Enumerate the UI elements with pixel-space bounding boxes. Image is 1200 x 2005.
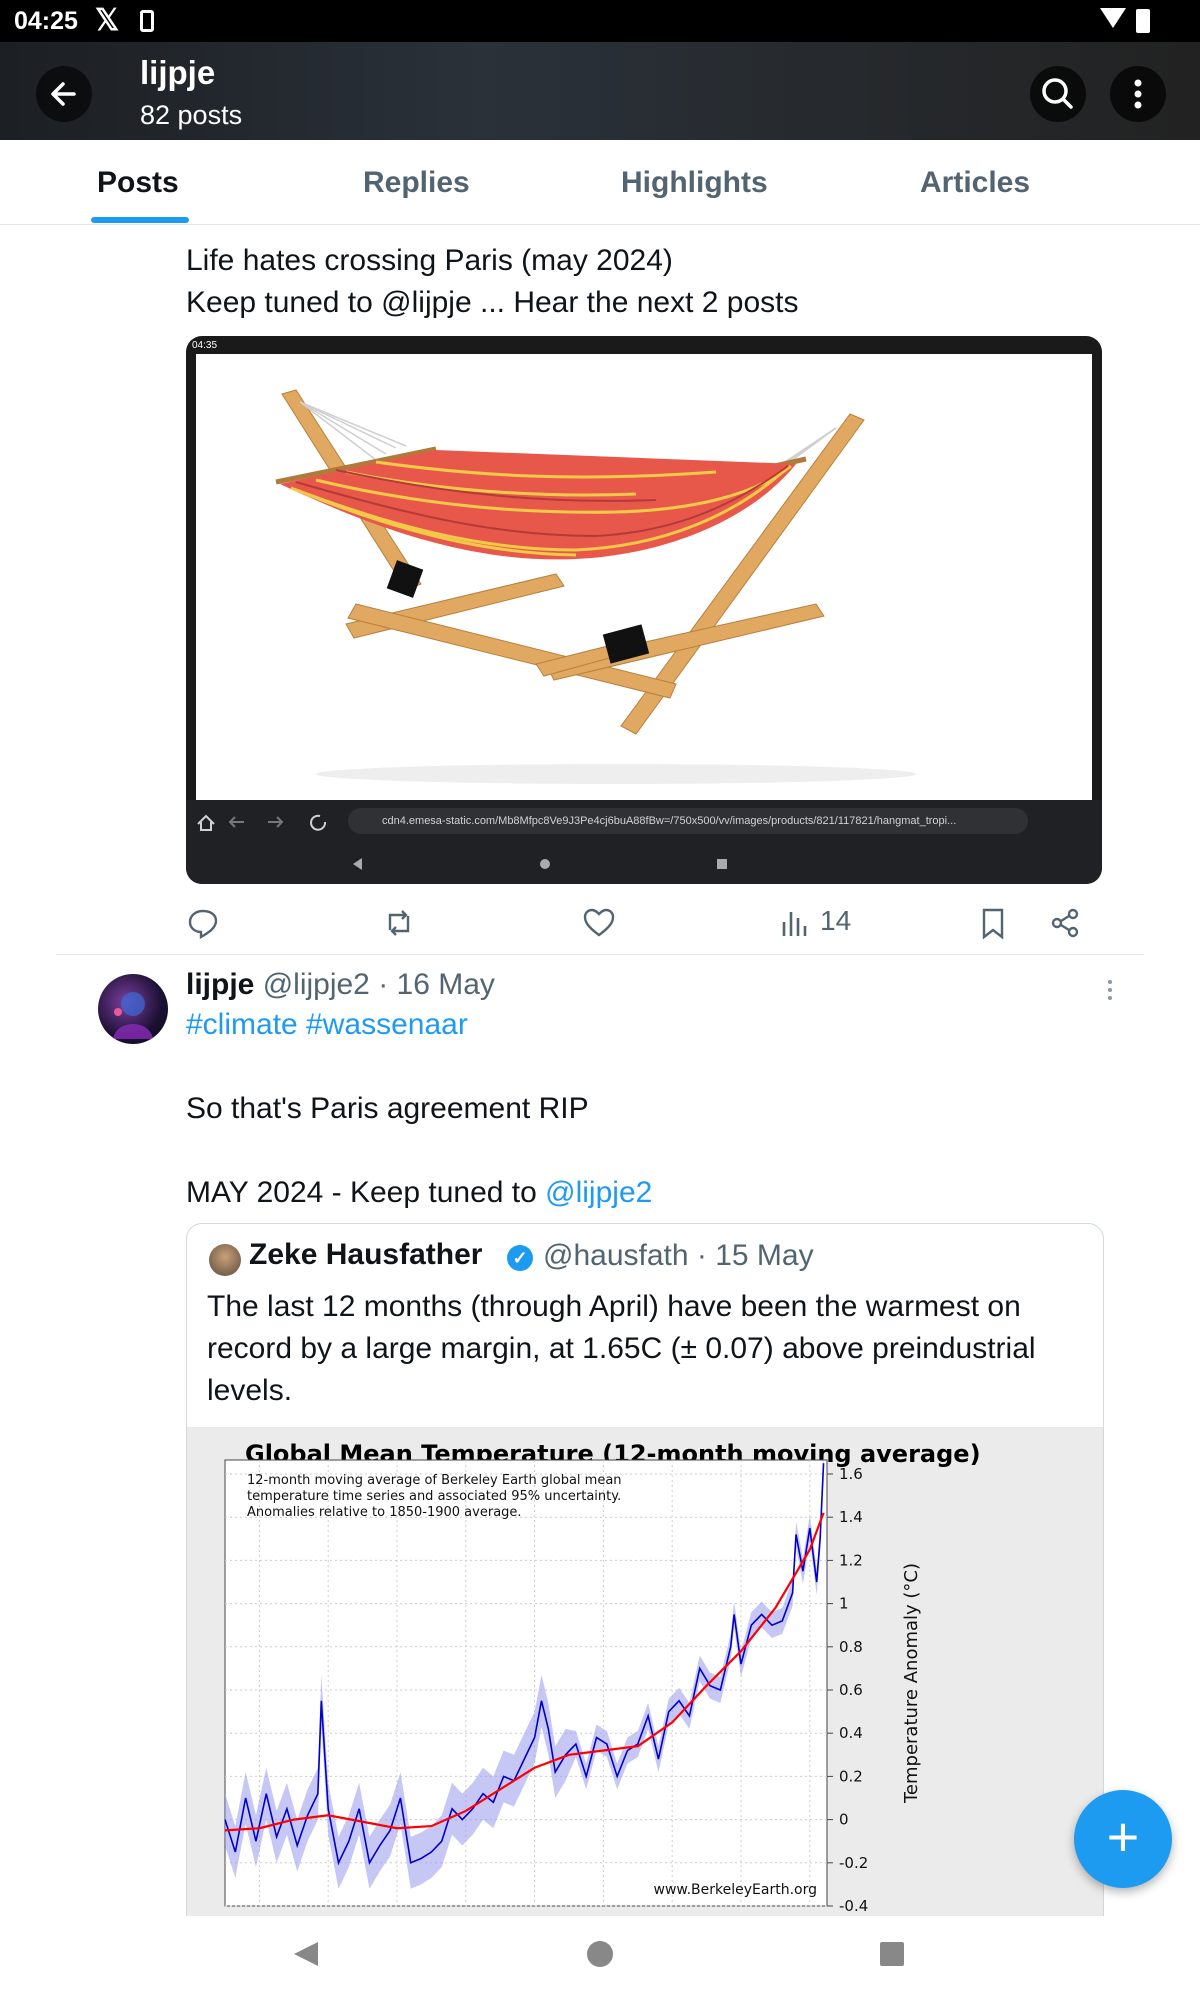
screenshot-url: cdn4.emesa-static.com/Mb8Mfpc8Ve9J3Pe4cj…: [348, 808, 1028, 834]
y-tick-label: 0: [839, 1811, 849, 1829]
y-tick-label: 0.6: [839, 1681, 863, 1699]
plot-area: [224, 1459, 828, 1907]
avatar-image: [113, 992, 153, 1039]
y-tick-label: 0.8: [839, 1638, 863, 1656]
chart-svg: 1.61.41.210.80.60.40.20-0.2-0.4186018801…: [224, 1450, 922, 1936]
y-axis-label: Temperature Anomaly (°C): [901, 1563, 922, 1804]
avatar[interactable]: [98, 974, 168, 1044]
views-icon[interactable]: [778, 906, 812, 940]
profile-tabs: Posts Replies Highlights Articles: [0, 140, 1200, 225]
status-bar: 04:25 𝕏: [0, 0, 1200, 42]
chart-annotation-line: 12-month moving average of Berkeley Eart…: [247, 1473, 622, 1488]
browser-url-bar: cdn4.emesa-static.com/Mb8Mfpc8Ve9J3Pe4cj…: [186, 800, 1102, 844]
y-tick-label: 1.6: [839, 1465, 863, 1483]
quoted-handle-date: @hausfath · 15 May: [543, 1239, 814, 1272]
post-text-line: Keep tuned to @lijpje ... Hear the next …: [186, 286, 799, 319]
battery-icon: [1136, 9, 1150, 33]
chart-annotation-line: Anomalies relative to 1850-1900 average.: [247, 1505, 522, 1520]
system-nav-bar: [0, 1916, 1200, 2000]
compose-button[interactable]: +: [1074, 1790, 1172, 1888]
like-icon[interactable]: [582, 906, 616, 940]
bookmark-icon[interactable]: [976, 906, 1010, 940]
post-actions: 14: [186, 900, 1102, 944]
y-tick-label: -0.4: [839, 1897, 868, 1915]
post-text-line: Life hates crossing Paris (may 2024): [186, 244, 673, 277]
active-tab-indicator: [91, 217, 189, 223]
tab-posts[interactable]: Posts: [97, 166, 179, 200]
tab-replies[interactable]: Replies: [363, 166, 470, 200]
quoted-avatar: [209, 1244, 241, 1276]
share-icon[interactable]: [1048, 906, 1082, 940]
post-text-line: So that's Paris agreement RIP: [186, 1092, 589, 1125]
search-icon: [1042, 78, 1073, 109]
phone-icon: [140, 10, 154, 32]
quoted-text: The last 12 months (through April) have …: [207, 1290, 1036, 1407]
screenshot-nav-bar: [186, 844, 1102, 884]
plus-icon: +: [1106, 1805, 1140, 1868]
post-text-prefix: MAY 2024 - Keep tuned to: [186, 1176, 546, 1209]
author-handle[interactable]: @lijpje2: [263, 968, 370, 1001]
hammock-illustration: [275, 389, 916, 784]
screenshot-nav-icons: [353, 858, 727, 870]
screenshot-status-time: 04:35: [192, 340, 218, 351]
more-button[interactable]: [1110, 66, 1166, 122]
reply-icon[interactable]: [186, 906, 220, 940]
post-author: lijpje @lijpje2 · 16 May: [186, 968, 495, 1002]
post-divider: [56, 954, 1144, 955]
mention-link[interactable]: @lijpje2: [545, 1176, 652, 1209]
hammock-photo: [196, 354, 1092, 800]
browser-nav-icons: [197, 814, 327, 831]
quoted-author-name: Zeke Hausfather: [249, 1238, 483, 1271]
y-tick-label: 1: [839, 1595, 849, 1613]
profile-name: lijpje: [140, 54, 216, 91]
post-date: · 16 May: [378, 968, 495, 1001]
chart-annotation-line: temperature time series and associated 9…: [247, 1489, 621, 1504]
y-tick-label: 0.2: [839, 1767, 863, 1785]
post-count: 82 posts: [140, 100, 243, 130]
more-vertical-icon: [1134, 79, 1142, 109]
chart-watermark: www.BerkeleyEarth.org: [654, 1882, 817, 1898]
quoted-post[interactable]: Zeke Hausfather ✓ @hausfath · 15 May The…: [186, 1223, 1104, 1945]
views-count: 14: [820, 905, 852, 936]
recents-nav-icon[interactable]: [880, 1942, 904, 1966]
back-button[interactable]: [36, 66, 92, 122]
post-hashtags[interactable]: #climate #wassenaar: [186, 1008, 468, 1042]
x-logo-icon: 𝕏: [95, 4, 120, 37]
post-text-line: MAY 2024 - Keep tuned to @lijpje2: [186, 1176, 652, 1210]
arrow-left-icon: [51, 82, 76, 106]
post-media-image[interactable]: 04:35 cdn4.emesa-static.com/Mb8Mfpc8Ve9J…: [186, 336, 1102, 884]
y-tick-label: 1.2: [839, 1551, 863, 1569]
tab-highlights[interactable]: Highlights: [621, 166, 768, 200]
y-tick-label: -0.2: [839, 1854, 868, 1872]
search-button[interactable]: [1030, 66, 1086, 122]
verified-badge-icon: ✓: [507, 1245, 533, 1271]
back-nav-icon[interactable]: [294, 1942, 318, 1966]
status-time: 04:25: [14, 7, 78, 35]
author-name[interactable]: lijpje: [186, 968, 254, 1001]
y-tick-label: 1.4: [839, 1508, 863, 1526]
profile-header: lijpje 82 posts: [0, 42, 1200, 140]
chart-image: Global Mean Temperature (12-month moving…: [187, 1427, 1103, 1944]
home-nav-icon[interactable]: [587, 1941, 613, 1967]
post-more-icon[interactable]: [1100, 978, 1120, 1002]
wifi-icon: [1100, 8, 1126, 28]
y-tick-label: 0.4: [839, 1724, 863, 1742]
repost-icon[interactable]: [382, 906, 416, 940]
tab-articles[interactable]: Articles: [920, 166, 1030, 200]
